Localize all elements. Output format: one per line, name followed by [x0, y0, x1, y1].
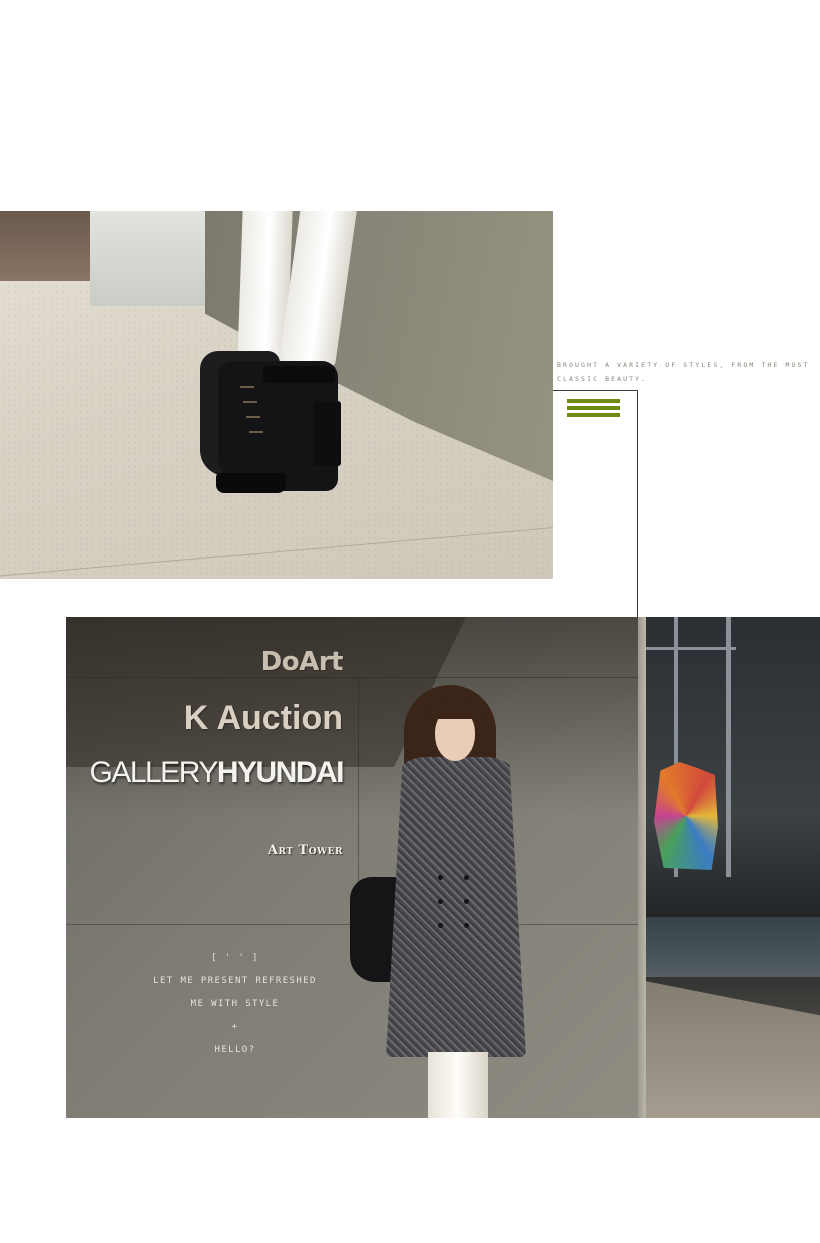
wall-edge: [638, 617, 646, 1118]
caption-text: BROUGHT A VARIETY OF STYLES, FROM THE MO…: [557, 361, 810, 383]
boots-photo: [0, 211, 553, 579]
poem-line: LET ME PRESENT REFRESHED: [153, 976, 317, 986]
sign-k-auction: K Auction: [183, 699, 343, 737]
white-pants: [428, 1052, 488, 1118]
poem-line: HELLO?: [214, 1045, 256, 1055]
boot-lace: [246, 416, 260, 418]
accent-stripes: [567, 399, 620, 417]
boot-sole: [216, 473, 286, 493]
coat-button: [464, 875, 469, 880]
sign-doart: DoArt: [260, 647, 344, 677]
woman-bangs: [428, 697, 482, 719]
gallery-photo: DoArt K Auction GALLERYHYUNDAI Art Tower…: [66, 617, 820, 1118]
poem-bracket: [ ' ' ]: [211, 953, 259, 963]
sign-gallery-regular: GALLERY: [89, 756, 218, 789]
coat-button: [438, 875, 443, 880]
glass-railing: [646, 917, 820, 977]
accent-stripe: [567, 406, 620, 410]
herringbone-coat: [386, 757, 526, 1057]
accent-stripe: [567, 413, 620, 417]
sign-gallery-hyundai: GALLERYHYUNDAI: [89, 756, 345, 790]
sign-gallery-bold: HYUNDAI: [216, 756, 345, 789]
colorful-sculpture: [654, 762, 718, 870]
coat-button: [438, 923, 443, 928]
accent-stripe: [567, 399, 620, 403]
boot-lace: [240, 386, 254, 388]
coat-button: [464, 923, 469, 928]
boot-heel: [313, 401, 341, 466]
coat-button: [464, 899, 469, 904]
coat-button: [438, 899, 443, 904]
poem-plus: +: [231, 1022, 239, 1032]
poem-line: ME WITH STYLE: [190, 999, 280, 1009]
building-frame: [646, 647, 736, 650]
shop-front: [0, 211, 90, 281]
connector-line: [553, 390, 638, 617]
building-frame: [726, 617, 731, 877]
poem-text: [ ' ' ] LET ME PRESENT REFRESHED ME WITH…: [152, 947, 318, 1062]
boot-strap: [263, 366, 335, 383]
boot-lace: [243, 401, 257, 403]
boot-lace: [249, 431, 263, 433]
sign-art-tower: Art Tower: [267, 843, 343, 858]
